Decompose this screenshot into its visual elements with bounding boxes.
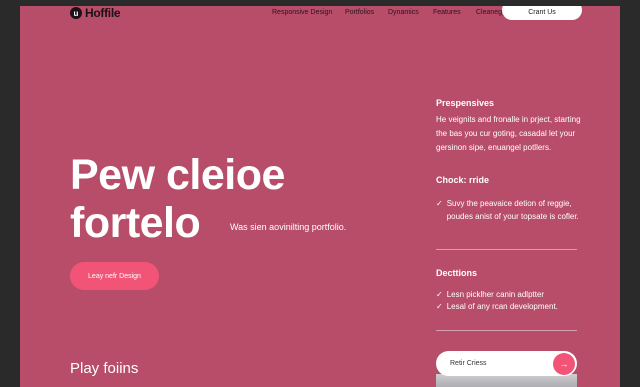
nav-item-features[interactable]: Features — [433, 9, 461, 16]
divider — [436, 330, 577, 331]
check-text: Lesal of any rcan development. — [446, 302, 558, 311]
arrow-right-icon[interactable]: → — [553, 352, 575, 375]
nav-item-responsive-design[interactable]: Responsive Design — [272, 9, 332, 16]
nav-item-portfolios[interactable]: Portfolios — [345, 9, 374, 16]
check-text: Suvy the peavaice detion of reggie, poud… — [446, 199, 579, 221]
check-list-item: ✓ Lesal of any rcan development. — [436, 300, 586, 313]
right-heading-2: Chock: rride — [436, 175, 490, 185]
hero-tagline: Was sien aovinilting portfolio. — [230, 222, 347, 232]
hero-title-line-1: Pew cleioe — [70, 151, 285, 199]
search-field[interactable]: Retir Criess → — [436, 351, 577, 376]
check-icon: ✓ — [436, 199, 443, 208]
right-heading-1: Prespensives — [436, 98, 495, 108]
divider — [436, 249, 577, 250]
cta-button[interactable]: Leay nefr Design — [70, 262, 159, 290]
contact-button[interactable]: Crant Us — [502, 6, 582, 20]
check-list-item: ✓ Suvy the peavaice detion of reggie, po… — [436, 197, 586, 223]
right-heading-3: Decttions — [436, 268, 478, 278]
landing-page: u Hoffile Responsive Design Portfolios D… — [20, 6, 620, 387]
hero-title-line-2: fortelo — [70, 199, 201, 247]
check-icon: ✓ — [436, 302, 443, 311]
nav-item-dynamics[interactable]: Dynamics — [388, 9, 419, 16]
right-paragraph: He veignits and fronalle in prject, star… — [436, 115, 581, 152]
section-title: Play foiins — [70, 360, 139, 377]
search-label: Retir Criess — [450, 360, 487, 367]
